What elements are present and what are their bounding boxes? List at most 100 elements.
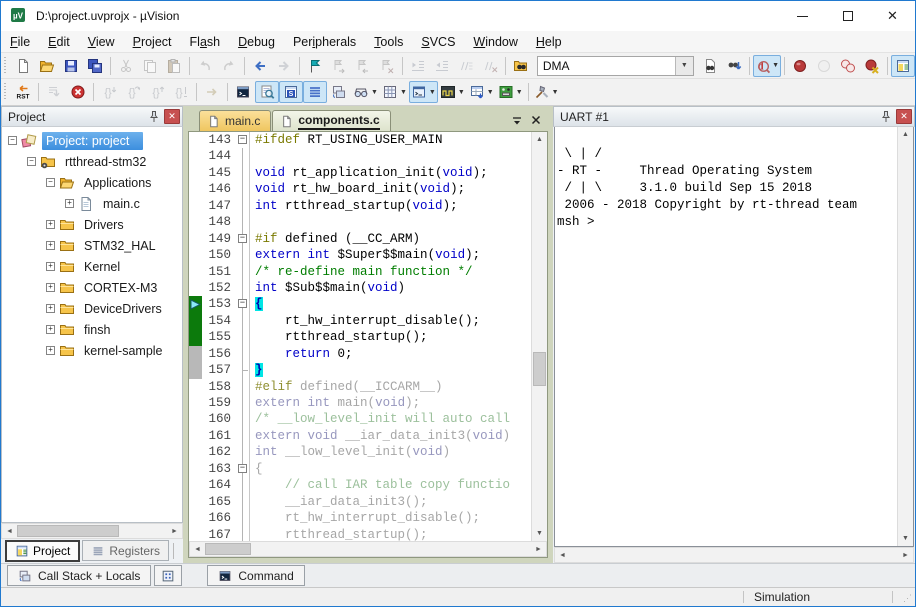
dropdown-arrow-icon[interactable]: ▼ — [458, 89, 465, 96]
fold-margin[interactable] — [236, 527, 249, 542]
dropdown-arrow-icon[interactable]: ▼ — [516, 89, 523, 96]
execution-margin[interactable] — [189, 313, 202, 329]
execution-margin[interactable] — [189, 395, 202, 411]
execution-margin[interactable] — [189, 411, 202, 427]
fold-margin[interactable] — [236, 148, 249, 164]
expand-icon[interactable]: + — [46, 220, 55, 229]
tree-node-stm32-hal[interactable]: +STM32_HAL — [2, 235, 182, 256]
fold-margin[interactable]: − — [236, 231, 249, 247]
find-in-files-button[interactable] — [698, 55, 722, 77]
tab-project[interactable]: Project — [5, 540, 80, 562]
fold-margin[interactable]: − — [236, 132, 249, 148]
breakpoint-enable-button[interactable] — [812, 55, 836, 77]
fold-margin[interactable] — [236, 428, 249, 444]
uart-vertical-scrollbar[interactable]: ▲ ▼ — [897, 127, 913, 546]
execution-margin[interactable] — [189, 329, 202, 345]
collapse-icon[interactable]: − — [46, 178, 55, 187]
pin-icon[interactable] — [146, 109, 162, 124]
editor-horizontal-scrollbar[interactable]: ◄ ► — [189, 541, 547, 557]
menu-debug[interactable]: Debug — [229, 31, 284, 53]
uart-horizontal-scrollbar[interactable]: ◄ ► — [554, 547, 914, 563]
collapse-icon[interactable]: − — [27, 157, 36, 166]
code-fold-toggle-icon[interactable]: − — [238, 234, 247, 243]
tree-node-main-c[interactable]: +main.c — [2, 193, 182, 214]
expand-icon[interactable]: + — [46, 241, 55, 250]
tab-command[interactable]: Command — [207, 565, 304, 586]
fold-margin[interactable] — [236, 411, 249, 427]
execution-margin[interactable] — [189, 231, 202, 247]
registers-window-button[interactable] — [303, 81, 327, 103]
execution-margin[interactable] — [189, 296, 202, 312]
fold-margin[interactable] — [236, 510, 249, 526]
dropdown-arrow-icon[interactable]: ▼ — [487, 89, 494, 96]
tree-node-cortex-m3[interactable]: +CORTEX-M3 — [2, 277, 182, 298]
system-viewer-button[interactable]: ▼ — [467, 81, 496, 103]
run-to-cursor-button[interactable]: {} — [169, 81, 193, 103]
execution-margin[interactable] — [189, 165, 202, 181]
execution-margin[interactable] — [189, 198, 202, 214]
execution-margin[interactable] — [189, 444, 202, 460]
execution-margin[interactable] — [189, 214, 202, 230]
menu-project[interactable]: Project — [124, 31, 181, 53]
fold-margin[interactable] — [236, 264, 249, 280]
execution-margin[interactable] — [189, 461, 202, 477]
toolbox-button[interactable]: ▼ — [496, 81, 525, 103]
fold-margin[interactable] — [236, 346, 249, 362]
cut-button[interactable] — [114, 55, 138, 77]
step-out-button[interactable]: {} — [145, 81, 169, 103]
save-all-button[interactable] — [83, 55, 107, 77]
code-fold-toggle-icon[interactable]: − — [238, 464, 247, 473]
collapse-icon[interactable]: − — [8, 136, 17, 145]
fold-margin[interactable] — [236, 247, 249, 263]
menu-svcs[interactable]: SVCS — [412, 31, 464, 53]
execution-margin[interactable] — [189, 494, 202, 510]
tab-call-stack-locals[interactable]: Call Stack + Locals — [7, 565, 151, 586]
execution-margin[interactable] — [189, 379, 202, 395]
tree-node-kernel-sample[interactable]: +kernel-sample — [2, 340, 182, 361]
dropdown-arrow-icon[interactable]: ▼ — [429, 89, 436, 96]
fold-margin[interactable] — [236, 329, 249, 345]
combo-dropdown-icon[interactable]: ▼ — [675, 57, 693, 75]
editor-tab-main-c[interactable]: main.c — [199, 110, 271, 131]
editor-vertical-scrollbar[interactable]: ▲ ▼ — [531, 132, 547, 541]
memory-window-button[interactable]: ▼ — [380, 81, 409, 103]
fold-margin[interactable] — [236, 165, 249, 181]
outdent-button[interactable] — [430, 55, 454, 77]
menu-peripherals[interactable]: Peripherals — [284, 31, 365, 53]
find-in-files-folder-button[interactable] — [509, 55, 533, 77]
code-fold-toggle-icon[interactable]: − — [238, 135, 247, 144]
close-button[interactable]: ✕ — [870, 1, 915, 31]
redo-button[interactable] — [217, 55, 241, 77]
execution-margin[interactable] — [189, 247, 202, 263]
tree-node-project-project[interactable]: −Project: project — [2, 130, 182, 151]
maximize-button[interactable] — [825, 1, 870, 31]
breakpoint-disable-all-button[interactable] — [836, 55, 860, 77]
execution-margin[interactable] — [189, 346, 202, 362]
tree-node-kernel[interactable]: +Kernel — [2, 256, 182, 277]
menu-view[interactable]: View — [79, 31, 124, 53]
fold-margin[interactable]: − — [236, 296, 249, 312]
editor-tab-components-c[interactable]: components.c — [272, 110, 390, 131]
indent-button[interactable] — [406, 55, 430, 77]
execution-margin[interactable] — [189, 362, 202, 378]
step-over-button[interactable]: {} — [121, 81, 145, 103]
fold-margin[interactable] — [236, 379, 249, 395]
menu-flash[interactable]: Flash — [181, 31, 230, 53]
quick-find-button[interactable]: d▼ — [753, 55, 781, 77]
paste-button[interactable] — [162, 55, 186, 77]
minimize-button[interactable] — [780, 1, 825, 31]
step-into-button[interactable]: {} — [97, 81, 121, 103]
serial-window-button[interactable]: ▼ — [409, 81, 438, 103]
expand-icon[interactable]: + — [46, 262, 55, 271]
expand-icon[interactable]: + — [46, 283, 55, 292]
bookmark-toggle-button[interactable] — [303, 55, 327, 77]
menu-file[interactable]: File — [1, 31, 39, 53]
fold-margin[interactable] — [236, 395, 249, 411]
stop-button[interactable] — [66, 81, 90, 103]
debug-settings-button[interactable]: ▼ — [532, 81, 561, 103]
fold-margin[interactable] — [236, 214, 249, 230]
pin-icon[interactable] — [878, 109, 894, 124]
bookmark-clear-button[interactable] — [375, 55, 399, 77]
execution-margin[interactable] — [189, 477, 202, 493]
document-list-dropdown-button[interactable] — [508, 111, 526, 129]
